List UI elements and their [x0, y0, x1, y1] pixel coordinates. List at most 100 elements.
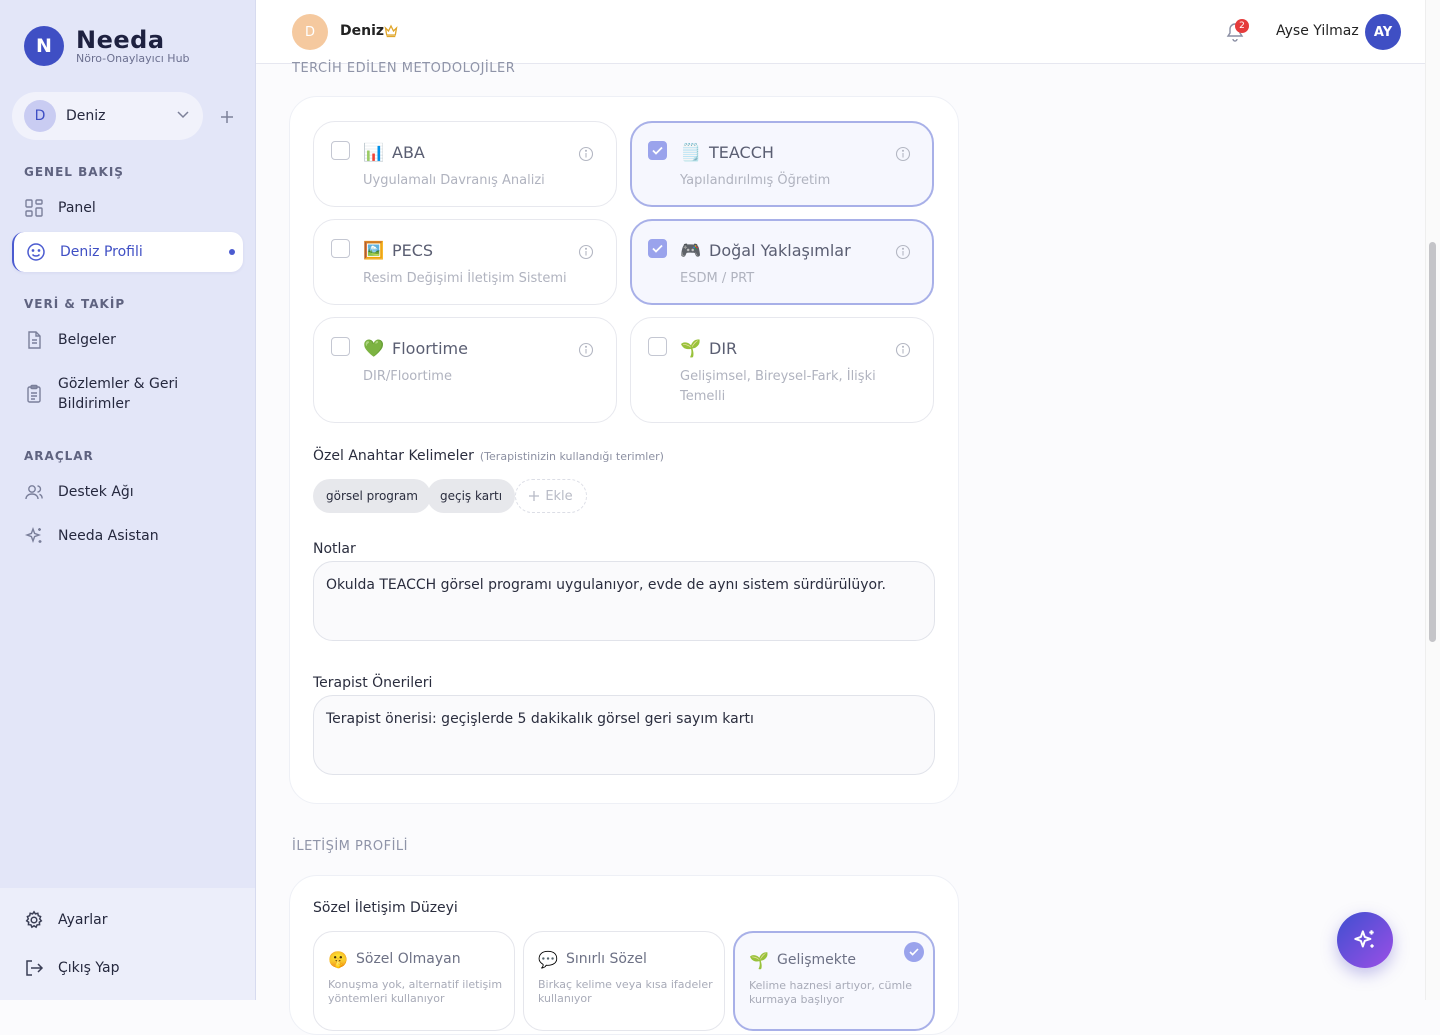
- smile-icon: [27, 243, 45, 261]
- option-title: PECS: [392, 241, 434, 260]
- child-name: Deniz: [340, 23, 385, 39]
- methodology-option-floortime[interactable]: 💚 Floortime DIR/Floortime: [313, 317, 617, 423]
- info-icon[interactable]: [895, 146, 911, 162]
- option-subtitle: DIR/Floortime: [363, 369, 452, 384]
- checkbox[interactable]: [331, 141, 350, 160]
- option-title: DIR: [709, 339, 738, 358]
- info-icon[interactable]: [578, 244, 594, 260]
- seedling-emoji-icon: 🌱: [749, 951, 769, 970]
- users-icon: [25, 485, 43, 500]
- keyword-tag[interactable]: geçiş kartı: [427, 479, 516, 513]
- section-veri-takip: VERİ & TAKİP: [24, 297, 126, 311]
- add-keyword-button[interactable]: Ekle: [515, 479, 587, 513]
- sidebar-item-label: Çıkış Yap: [58, 960, 120, 976]
- app-tagline: Nöro-Onaylayıcı Hub: [76, 52, 190, 65]
- option-title: Floortime: [392, 339, 468, 358]
- keywords-label-text: Özel Anahtar Kelimeler: [313, 448, 474, 464]
- keywords-label: Özel Anahtar Kelimeler (Terapistinizin ku…: [313, 448, 664, 464]
- grid-icon: [25, 199, 43, 217]
- option-subtitle: ESDM / PRT: [680, 271, 755, 286]
- user-name[interactable]: Ayse Yilmaz: [1276, 23, 1359, 39]
- shush-emoji-icon: 🤫: [328, 950, 348, 969]
- option-title: Sözel Olmayan: [356, 951, 461, 967]
- option-title: Gelişmekte: [777, 952, 856, 968]
- option-subtitle: Gelişimsel, Bireysel-Fark, İlişki Temell…: [680, 369, 876, 404]
- sidebar-item-cikis-yap[interactable]: Çıkış Yap: [12, 956, 243, 980]
- option-subtitle: Resim Değişimi İletişim Sistemi: [363, 271, 567, 286]
- app-logo[interactable]: N Needa Nöro-Onaylayıcı Hub: [24, 26, 190, 66]
- sidebar-item-deniz-profili[interactable]: Deniz Profili: [12, 232, 243, 272]
- sidebar-item-destek-agi[interactable]: Destek Ağı: [12, 480, 243, 504]
- option-subtitle: Uygulamalı Davranış Analizi: [363, 173, 545, 188]
- scrollbar-thumb[interactable]: [1429, 242, 1436, 642]
- assistant-fab-button[interactable]: [1337, 912, 1393, 968]
- seedling-emoji-icon: 🌱: [680, 339, 702, 359]
- child-switcher-name: Deniz: [66, 108, 106, 124]
- app-name: Needa: [76, 26, 165, 54]
- sparkle-icon: [1354, 930, 1374, 948]
- add-child-button[interactable]: [216, 106, 238, 128]
- info-icon[interactable]: [895, 342, 911, 358]
- green-heart-emoji-icon: 💚: [363, 339, 385, 359]
- option-subtitle: Kelime haznesi artıyor, cümle kurmaya ba…: [749, 979, 912, 1006]
- therapist-suggestions-label: Terapist Önerileri: [313, 675, 433, 691]
- keywords-hint: (Terapistinizin kullandığı terimler): [479, 450, 664, 463]
- methodology-option-dogal[interactable]: 🎮 Doğal Yaklaşımlar ESDM / PRT: [630, 219, 934, 305]
- therapist-suggestions-textarea[interactable]: Terapist önerisi: geçişlerde 5 dakikalık…: [313, 695, 935, 775]
- checkbox[interactable]: [648, 337, 667, 356]
- check-icon: [909, 948, 919, 956]
- methodology-option-pecs[interactable]: 🖼️ PECS Resim Değişimi İletişim Sistemi: [313, 219, 617, 305]
- gear-icon: [25, 910, 43, 929]
- communication-section-title: İLETİŞİM PROFİLİ: [292, 839, 408, 854]
- crown-icon: [384, 24, 398, 38]
- verbal-option-limited[interactable]: 💬 Sınırlı Sözel Birkaç kelime veya kısa …: [523, 931, 725, 1031]
- verbal-level-label: Sözel İletişim Düzeyi: [313, 900, 458, 916]
- top-bar: D Deniz 2 Ayse Yilmaz AY: [256, 0, 1425, 64]
- sidebar-item-label: Panel: [58, 200, 96, 216]
- sidebar-item-label: Deniz Profili: [60, 244, 143, 260]
- methodology-option-teacch[interactable]: 🗒️ TEACCH Yapılandırılmış Öğretim: [630, 121, 934, 207]
- sidebar-item-gozlemler[interactable]: Gözlemler & Geri Bildirimler: [12, 373, 243, 415]
- sidebar-item-ayarlar[interactable]: Ayarlar: [12, 908, 243, 932]
- check-icon: [652, 244, 663, 253]
- add-keyword-label: Ekle: [545, 488, 573, 504]
- notes-textarea[interactable]: Okulda TEACCH görsel programı uygulanıyo…: [313, 561, 935, 641]
- option-subtitle: Yapılandırılmış Öğretim: [680, 173, 831, 188]
- checkbox-checked[interactable]: [648, 239, 667, 258]
- methodology-option-dir[interactable]: 🌱 DIR Gelişimsel, Bireysel-Fark, İlişki …: [630, 317, 934, 423]
- child-avatar[interactable]: D: [292, 14, 328, 50]
- user-avatar[interactable]: AY: [1365, 14, 1401, 50]
- option-title: Sınırlı Sözel: [566, 951, 647, 967]
- keyword-tag[interactable]: görsel program: [313, 479, 431, 513]
- sidebar-item-panel[interactable]: Panel: [12, 196, 243, 220]
- chart-emoji-icon: 📊: [363, 143, 385, 163]
- plus-icon: [529, 491, 540, 501]
- logo-mark: N: [24, 26, 64, 66]
- option-subtitle: Konuşma yok, alternatif iletişim yönteml…: [328, 978, 503, 1005]
- sidebar-footer: Ayarlar Çıkış Yap: [0, 888, 255, 1000]
- check-icon: [652, 146, 663, 155]
- sidebar-item-needa-asistan[interactable]: Needa Asistan: [12, 524, 243, 548]
- sidebar-item-belgeler[interactable]: Belgeler: [12, 328, 243, 352]
- sidebar-item-label: Ayarlar: [58, 912, 108, 928]
- option-subtitle: Birkaç kelime veya kısa ifadeler kullanı…: [538, 978, 713, 1005]
- plus-icon: [221, 111, 233, 123]
- info-icon[interactable]: [578, 342, 594, 358]
- option-title: ABA: [392, 143, 425, 162]
- sidebar-item-label: Gözlemler & Geri Bildirimler: [58, 376, 179, 412]
- selected-check: [904, 942, 924, 962]
- option-title: TEACCH: [709, 143, 774, 162]
- checkbox-checked[interactable]: [648, 141, 667, 160]
- clipboard-icon: [27, 384, 41, 403]
- info-icon[interactable]: [578, 146, 594, 162]
- info-icon[interactable]: [895, 244, 911, 260]
- sidebar-item-label: Belgeler: [58, 332, 116, 348]
- verbal-option-nonverbal[interactable]: 🤫 Sözel Olmayan Konuşma yok, alternatif …: [313, 931, 515, 1031]
- checkbox[interactable]: [331, 239, 350, 258]
- child-switcher[interactable]: D Deniz: [12, 92, 203, 140]
- option-title: Doğal Yaklaşımlar: [709, 241, 851, 260]
- sidebar-item-label: Needa Asistan: [58, 528, 159, 544]
- verbal-option-developing[interactable]: 🌱 Gelişmekte Kelime haznesi artıyor, cüm…: [733, 931, 935, 1031]
- methodology-option-aba[interactable]: 📊 ABA Uygulamalı Davranış Analizi: [313, 121, 617, 207]
- checkbox[interactable]: [331, 337, 350, 356]
